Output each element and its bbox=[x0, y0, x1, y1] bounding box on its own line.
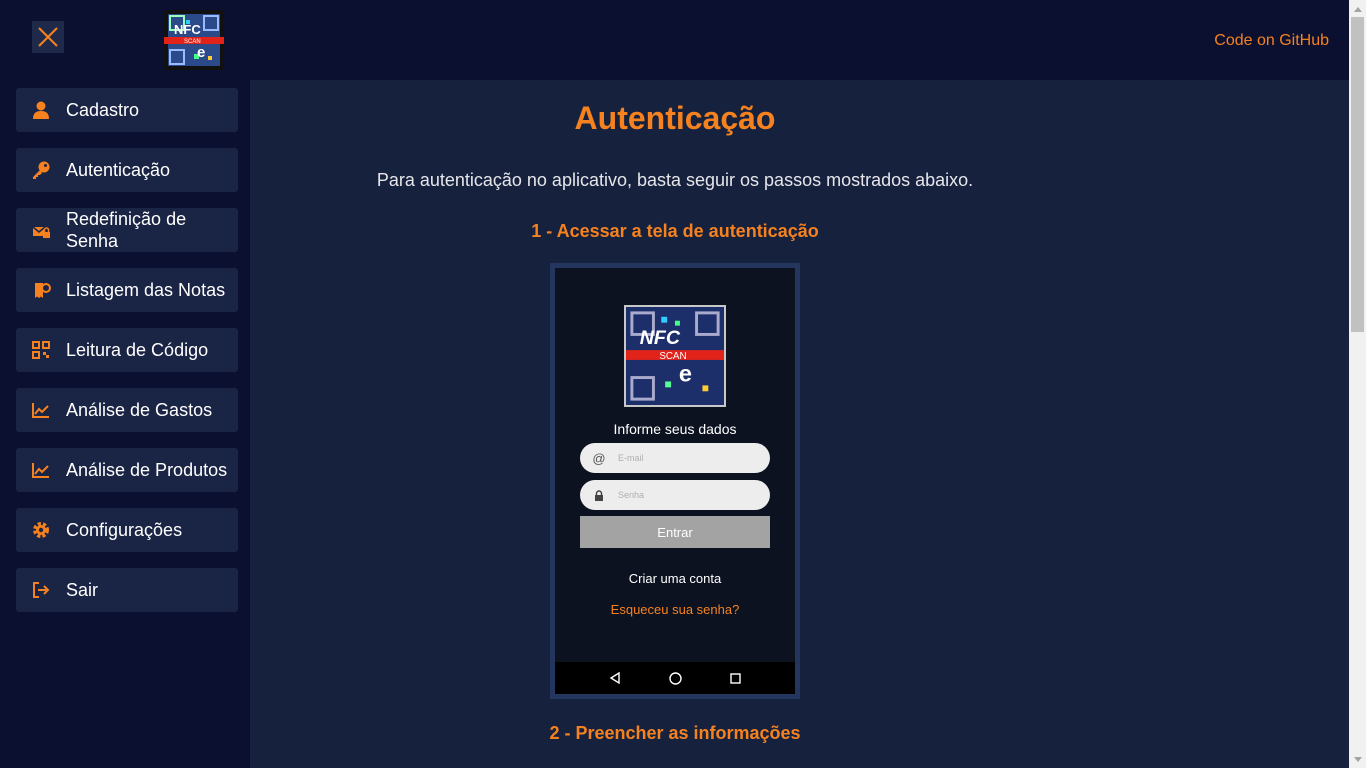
svg-text:e: e bbox=[197, 44, 205, 61]
phone-app-logo: NFC SCAN e bbox=[624, 305, 726, 407]
user-icon bbox=[16, 88, 66, 132]
sidebar-item-label: Autenticação bbox=[66, 160, 171, 180]
sidebar-item-analise-gastos[interactable]: Análise de Gastos bbox=[16, 388, 238, 432]
qr-code-icon bbox=[16, 328, 66, 372]
caret-down-icon bbox=[1353, 756, 1362, 762]
home-circle-icon bbox=[669, 671, 682, 685]
lock-icon bbox=[580, 489, 618, 501]
password-placeholder: Senha bbox=[618, 490, 645, 500]
sidebar-item-sair[interactable]: Sair bbox=[16, 568, 238, 612]
chart-line-icon bbox=[16, 388, 66, 432]
svg-text:NFC: NFC bbox=[640, 327, 681, 349]
sidebar-item-label: Listagem das Notas bbox=[66, 280, 226, 300]
sidebar: Cadastro Autenticação Redefinição de Sen… bbox=[0, 80, 250, 768]
app-logo[interactable]: NFC SCAN e bbox=[164, 10, 224, 70]
key-icon bbox=[16, 148, 66, 192]
scroll-up-arrow[interactable] bbox=[1349, 0, 1366, 17]
sidebar-item-label: Redefinição de Senha bbox=[66, 209, 187, 251]
page-scrollbar[interactable] bbox=[1349, 0, 1366, 768]
phone-prompt: Informe seus dados bbox=[613, 421, 737, 437]
sidebar-item-cadastro[interactable]: Cadastro bbox=[16, 88, 238, 132]
sidebar-item-autenticacao[interactable]: Autenticação bbox=[16, 148, 238, 192]
scroll-down-arrow[interactable] bbox=[1349, 751, 1366, 768]
phone-nav-bar bbox=[555, 662, 795, 694]
svg-text:NFC: NFC bbox=[174, 22, 201, 37]
close-menu-button[interactable] bbox=[32, 21, 64, 53]
mail-lock-icon bbox=[16, 208, 66, 252]
sidebar-item-label: Cadastro bbox=[66, 100, 140, 120]
sidebar-item-label: Sair bbox=[66, 580, 99, 600]
phone-create-account: Criar uma conta bbox=[628, 571, 722, 586]
phone-password-field: Senha bbox=[580, 480, 770, 510]
sidebar-item-leitura-codigo[interactable]: Leitura de Código bbox=[16, 328, 238, 372]
sidebar-item-redefinicao-senha[interactable]: Redefinição de Senha bbox=[16, 208, 238, 252]
step-1-title: 1 - Acessar a tela de autenticação bbox=[531, 221, 819, 241]
intro-text: Para autenticação no aplicativo, basta s… bbox=[376, 170, 974, 190]
sidebar-item-label: Análise de Produtos bbox=[66, 460, 228, 480]
logout-icon bbox=[16, 568, 66, 612]
step-2-title: 2 - Preencher as informações bbox=[549, 723, 801, 743]
chart-line-icon bbox=[16, 448, 66, 492]
at-icon: @ bbox=[592, 450, 606, 466]
phone-status-bar bbox=[555, 268, 795, 286]
scroll-thumb[interactable] bbox=[1351, 17, 1364, 332]
sidebar-item-label: Configurações bbox=[66, 520, 183, 540]
svg-text:e: e bbox=[679, 360, 692, 386]
caret-up-icon bbox=[1353, 6, 1362, 12]
phone-screenshot: NFC SCAN e Informe seus dados @ E-mail S… bbox=[550, 263, 800, 699]
receipt-icon bbox=[16, 268, 66, 312]
email-placeholder: E-mail bbox=[618, 453, 644, 463]
sidebar-item-analise-produtos[interactable]: Análise de Produtos bbox=[16, 448, 238, 492]
recents-square-icon bbox=[730, 672, 741, 684]
top-bar: NFC SCAN e Code on GitHub bbox=[0, 0, 1349, 80]
phone-email-field: @ E-mail bbox=[580, 443, 770, 473]
page-title: Autenticação bbox=[574, 100, 776, 136]
close-icon bbox=[38, 27, 58, 47]
main-content: Autenticação Para autenticação no aplica… bbox=[250, 80, 1349, 768]
sidebar-item-label: Leitura de Código bbox=[66, 340, 209, 360]
sidebar-item-listagem-notas[interactable]: Listagem das Notas bbox=[16, 268, 238, 312]
sidebar-item-configuracoes[interactable]: Configurações bbox=[16, 508, 238, 552]
phone-submit-button: Entrar bbox=[580, 516, 770, 548]
github-link[interactable]: Code on GitHub bbox=[1214, 32, 1329, 50]
gear-icon bbox=[16, 508, 66, 552]
phone-forgot-password: Esqueceu sua senha? bbox=[610, 602, 740, 617]
back-triangle-icon bbox=[609, 672, 620, 684]
sidebar-item-label: Análise de Gastos bbox=[66, 400, 213, 420]
